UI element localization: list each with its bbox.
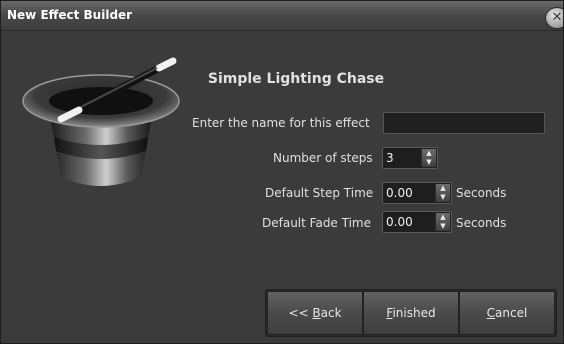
effect-name-label: Enter the name for this effect <box>192 116 370 130</box>
chevron-up-icon[interactable]: ▲ <box>436 213 450 222</box>
close-icon[interactable]: ✕ <box>545 7 563 29</box>
window-title: New Effect Builder <box>7 8 133 22</box>
back-button[interactable]: << Back <box>267 291 363 335</box>
step-time-unit: Seconds <box>456 186 507 200</box>
steps-spin-buttons: ▲ ▼ <box>421 149 436 167</box>
cancel-mnemonic: C <box>486 306 496 320</box>
fade-time-label: Default Fade Time <box>262 216 371 230</box>
effect-heading: Simple Lighting Chase <box>207 71 385 87</box>
cancel-rest: ancel <box>495 306 528 320</box>
chevron-down-icon[interactable]: ▼ <box>422 158 436 167</box>
fade-time-spinbox[interactable]: 0.00 ▲ ▼ <box>382 211 452 233</box>
chevron-down-icon[interactable]: ▼ <box>436 222 450 231</box>
back-mnemonic: B <box>312 306 321 320</box>
steps-label: Number of steps <box>273 151 373 165</box>
step-time-spin-buttons: ▲ ▼ <box>435 184 450 202</box>
step-time-spinbox[interactable]: 0.00 ▲ ▼ <box>382 182 452 204</box>
chevron-up-icon[interactable]: ▲ <box>422 149 436 158</box>
back-prefix: << <box>288 306 313 320</box>
title-bar[interactable]: New Effect Builder ✕ <box>1 1 563 31</box>
step-time-label: Default Step Time <box>265 186 374 200</box>
fade-time-spin-buttons: ▲ ▼ <box>435 213 450 231</box>
steps-value: 3 <box>386 151 394 165</box>
chevron-down-icon[interactable]: ▼ <box>436 193 450 202</box>
step-time-value: 0.00 <box>386 186 413 200</box>
finished-rest: inished <box>392 306 436 320</box>
effect-name-input[interactable] <box>383 112 545 134</box>
back-rest: ack <box>320 306 342 320</box>
effect-builder-dialog: New Effect Builder ✕ Simple Lighting Cha… <box>0 0 564 344</box>
finished-button[interactable]: Finished <box>363 291 459 335</box>
fade-time-unit: Seconds <box>456 216 507 230</box>
fade-time-value: 0.00 <box>386 215 413 229</box>
chevron-up-icon[interactable]: ▲ <box>436 184 450 193</box>
cancel-button[interactable]: Cancel <box>459 291 555 335</box>
steps-spinbox[interactable]: 3 ▲ ▼ <box>382 147 438 169</box>
